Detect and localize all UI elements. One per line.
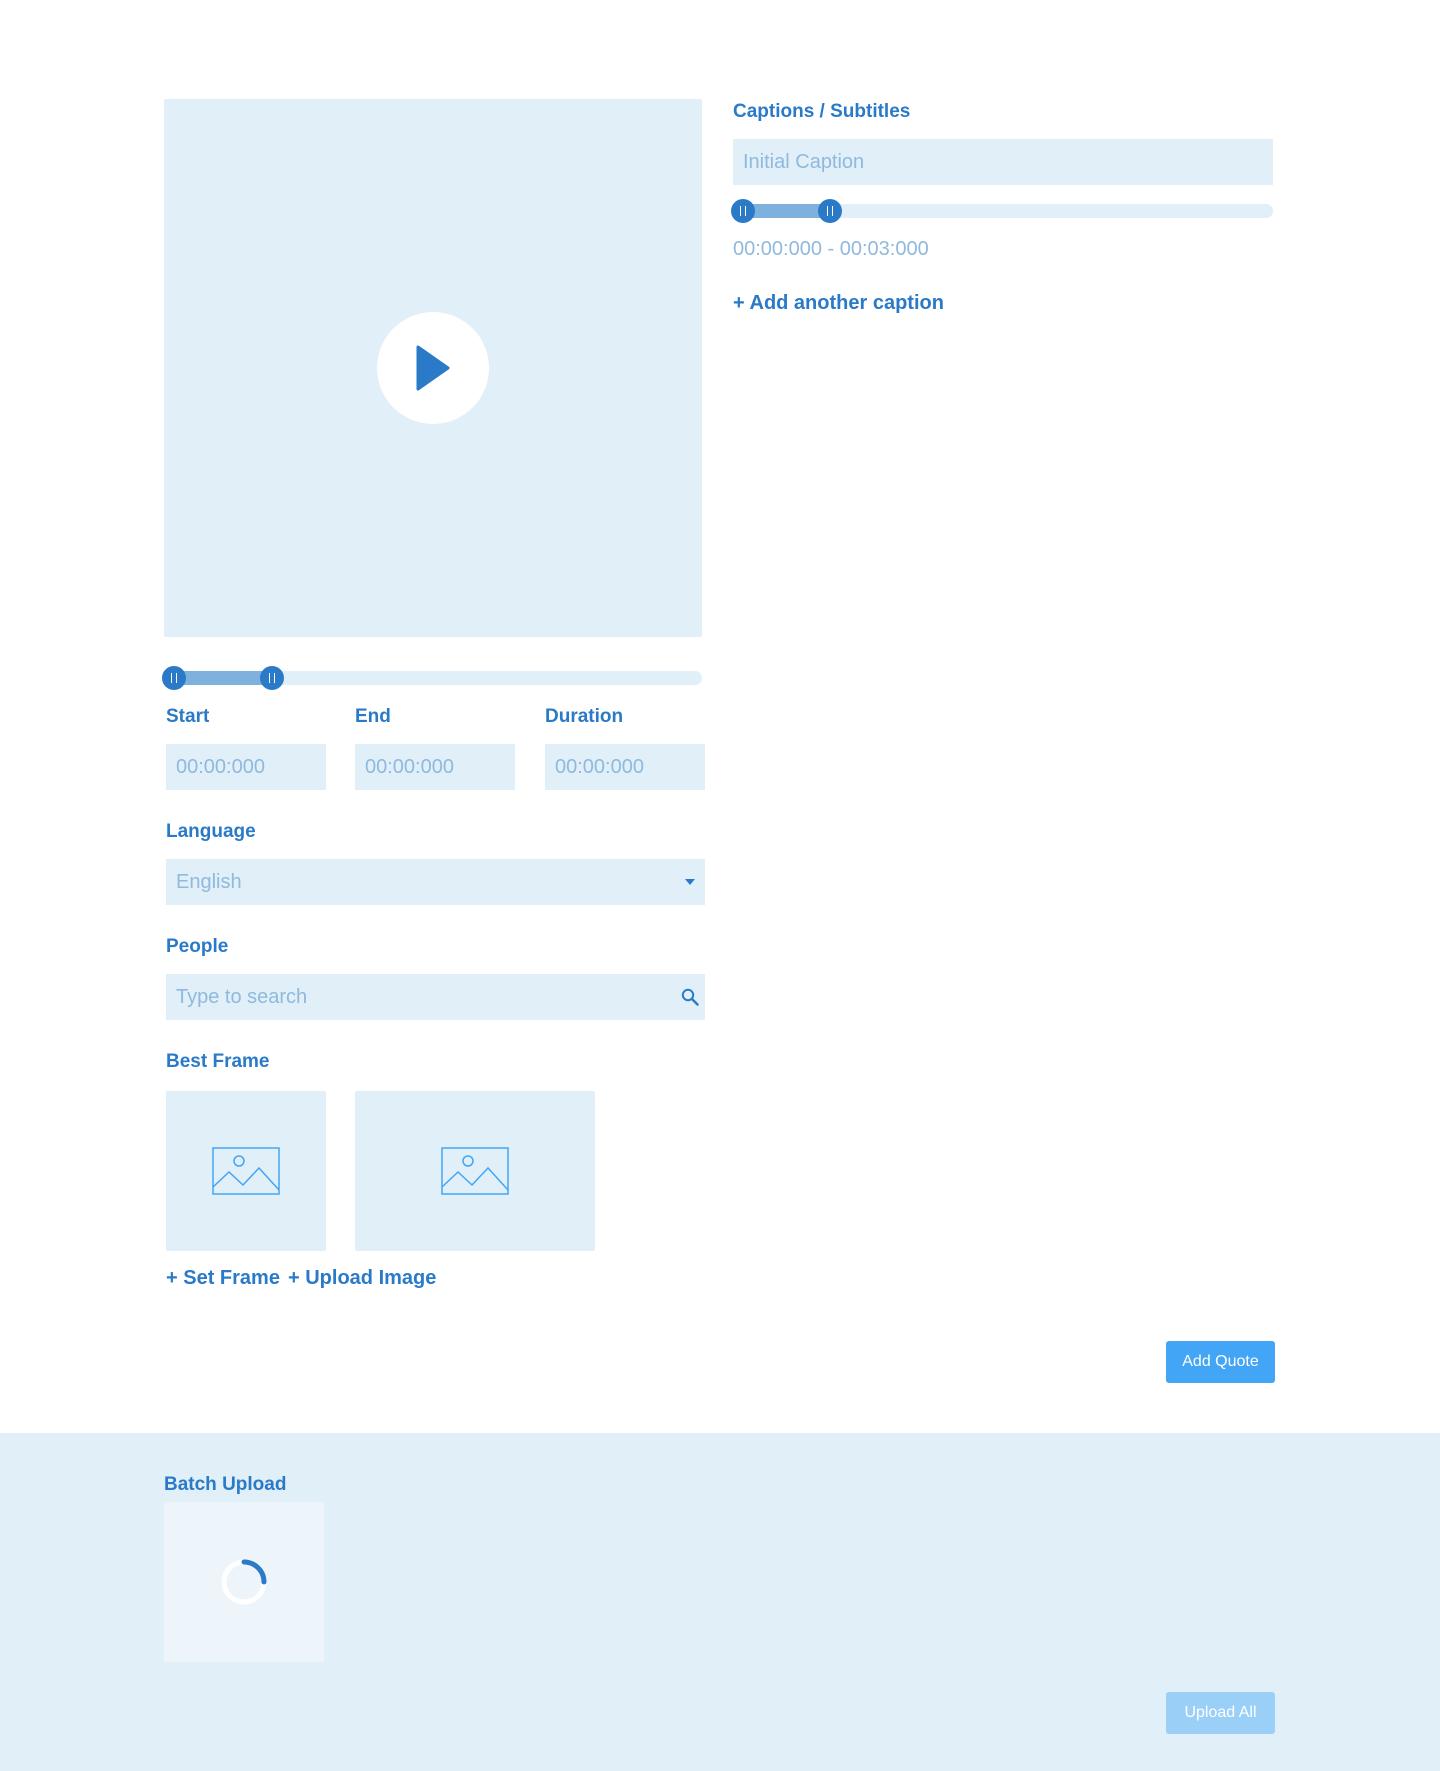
caption-start-handle[interactable]: [731, 199, 755, 223]
play-button[interactable]: [377, 312, 489, 424]
play-icon: [416, 345, 450, 391]
duration-label: Duration: [545, 706, 624, 727]
language-select[interactable]: English: [166, 859, 705, 905]
image-placeholder-icon: [212, 1147, 280, 1195]
image-placeholder-icon: [441, 1147, 509, 1195]
duration-input[interactable]: 00:00:000: [545, 744, 705, 790]
caption-time-range-text: 00:00:000 - 00:03:000: [733, 238, 929, 260]
start-time-placeholder: 00:00:000: [176, 755, 265, 778]
end-label: End: [355, 706, 391, 727]
caption-text-input[interactable]: Initial Caption: [733, 139, 1273, 185]
add-quote-button[interactable]: Add Quote: [1166, 1341, 1275, 1383]
start-time-input[interactable]: 00:00:000: [166, 744, 326, 790]
upload-image-link[interactable]: + Upload Image: [288, 1267, 436, 1290]
loading-spinner-icon: [221, 1559, 267, 1605]
end-time-placeholder: 00:00:000: [365, 755, 454, 778]
video-trim-end-handle[interactable]: [259, 666, 284, 690]
people-label: People: [166, 936, 229, 957]
video-trim-slider[interactable]: [162, 666, 702, 690]
best-frame-label: Best Frame: [166, 1051, 270, 1072]
caption-placeholder: Initial Caption: [743, 150, 865, 173]
batch-upload-title: Batch Upload: [164, 1474, 287, 1495]
set-frame-link[interactable]: + Set Frame: [166, 1267, 280, 1290]
language-selected-value: English: [176, 870, 242, 893]
people-search-placeholder: Type to search: [176, 985, 308, 1008]
end-time-input[interactable]: 00:00:000: [355, 744, 515, 790]
best-frame-thumbnail[interactable]: [355, 1091, 595, 1251]
video-player[interactable]: [164, 99, 702, 637]
add-another-caption-link[interactable]: + Add another caption: [733, 292, 944, 315]
video-trim-start-handle[interactable]: [162, 666, 186, 690]
people-search-input[interactable]: Type to search: [166, 974, 705, 1020]
captions-title: Captions / Subtitles: [733, 101, 911, 122]
best-frame-thumbnail[interactable]: [166, 1091, 326, 1251]
batch-upload-tile: [164, 1502, 324, 1662]
caret-down-icon: [685, 879, 695, 885]
start-label: Start: [166, 706, 210, 727]
caption-end-handle[interactable]: [818, 199, 843, 223]
upload-all-button[interactable]: Upload All: [1166, 1692, 1275, 1734]
language-label: Language: [166, 821, 256, 842]
batch-upload-section: Batch Upload Upload All: [0, 1433, 1440, 1771]
caption-time-slider[interactable]: [731, 199, 1273, 223]
search-icon[interactable]: [681, 988, 699, 1006]
duration-placeholder: 00:00:000: [555, 755, 644, 778]
